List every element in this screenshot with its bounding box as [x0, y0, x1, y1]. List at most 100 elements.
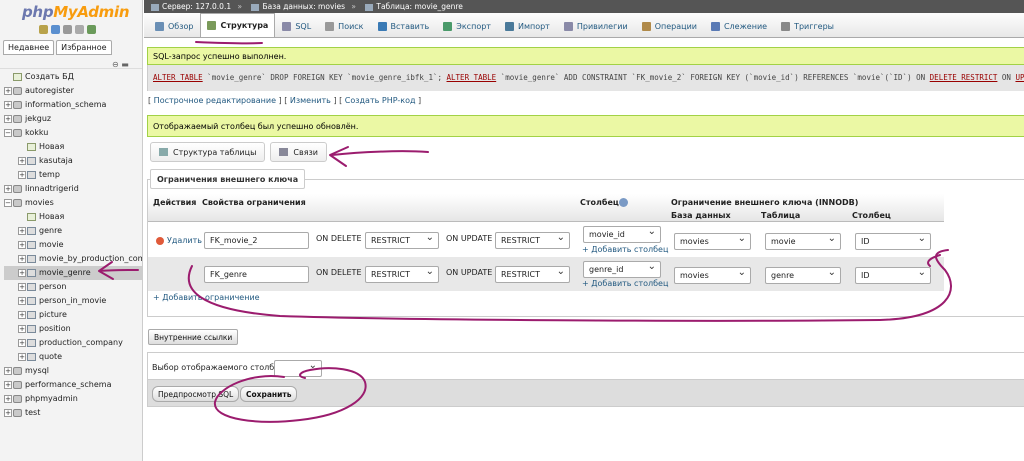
expand-icon[interactable]: + — [4, 409, 12, 417]
ref-table-select[interactable]: genre — [765, 267, 841, 284]
add-constraint-link[interactable]: + Добавить ограничение — [153, 293, 260, 302]
tab-search[interactable]: Поиск — [318, 15, 370, 37]
tab-triggers[interactable]: Триггеры — [774, 15, 841, 37]
tree-database[interactable]: + mysql — [4, 364, 142, 378]
expand-icon[interactable]: + — [18, 311, 26, 319]
tree-table[interactable]: + movie_genre — [4, 266, 142, 280]
on-delete-select[interactable]: RESTRICT — [365, 266, 439, 283]
add-column-link[interactable]: + Добавить столбец — [582, 245, 668, 254]
expand-icon[interactable]: + — [4, 381, 12, 389]
tree-table[interactable]: + picture — [4, 308, 142, 322]
server-icon — [151, 3, 159, 11]
home-icon[interactable] — [39, 25, 48, 34]
constraint-name-input[interactable]: FK_movie_2 — [204, 232, 309, 249]
on-delete-select[interactable]: RESTRICT — [365, 232, 439, 249]
tree-table[interactable]: + person — [4, 280, 142, 294]
tree-database[interactable]: + performance_schema — [4, 378, 142, 392]
column-select[interactable]: movie_id — [583, 226, 661, 243]
tree-database[interactable]: + test — [4, 406, 142, 420]
tab-favorites[interactable]: Избранное — [56, 40, 112, 55]
tree-database[interactable]: + jekguz — [4, 112, 142, 126]
tree-new-item[interactable]: Новая — [4, 210, 142, 224]
tree-table[interactable]: + production_company — [4, 336, 142, 350]
tree-table[interactable]: + genre — [4, 224, 142, 238]
expand-icon[interactable]: + — [18, 353, 26, 361]
expand-icon[interactable]: + — [18, 241, 26, 249]
tree-table[interactable]: + movie_by_production_compa — [4, 252, 142, 266]
table-icon — [27, 171, 36, 179]
breadcrumb-table[interactable]: Таблица: movie_genre — [376, 2, 463, 11]
tab-tracking[interactable]: Слежение — [704, 15, 774, 37]
expand-icon[interactable]: + — [4, 115, 12, 123]
tab-privileges[interactable]: Привилегии — [557, 15, 635, 37]
tab-export[interactable]: Экспорт — [436, 15, 498, 37]
expand-icon[interactable]: + — [4, 101, 12, 109]
display-column-select[interactable] — [274, 360, 322, 377]
preview-sql-button[interactable]: Предпросмотр SQL — [152, 386, 240, 402]
delete-constraint-link[interactable]: Удалить — [156, 236, 202, 245]
browse-icon — [155, 22, 164, 31]
constraint-name-input[interactable]: FK_genre — [204, 266, 309, 283]
database-icon — [13, 199, 22, 207]
tab-structure[interactable]: Структура — [200, 13, 276, 37]
expand-icon[interactable]: + — [18, 171, 26, 179]
expand-icon[interactable]: + — [18, 325, 26, 333]
logout-icon[interactable] — [51, 25, 60, 34]
tree-new-item[interactable]: Создать БД — [4, 70, 142, 84]
tree-table[interactable]: + kasutaja — [4, 154, 142, 168]
settings-icon[interactable] — [75, 25, 84, 34]
reload-icon[interactable] — [87, 25, 96, 34]
on-update-select[interactable]: RESTRICT — [495, 266, 570, 283]
tab-insert[interactable]: Вставить — [371, 15, 437, 37]
docs-icon[interactable] — [63, 25, 72, 34]
tree-table[interactable]: + temp — [4, 168, 142, 182]
expand-icon[interactable]: + — [18, 269, 26, 277]
expand-icon[interactable]: + — [4, 367, 12, 375]
tree-database[interactable]: − kokku — [4, 126, 142, 140]
tree-table[interactable]: + person_in_movie — [4, 294, 142, 308]
expand-icon[interactable]: + — [4, 185, 12, 193]
column-select[interactable]: genre_id — [583, 261, 661, 278]
expand-icon[interactable]: + — [4, 395, 12, 403]
ref-column-select[interactable]: ID — [855, 233, 931, 250]
ref-database-select[interactable]: movies — [674, 267, 751, 284]
tree-database[interactable]: + information_schema — [4, 98, 142, 112]
tree-table[interactable]: + position — [4, 322, 142, 336]
expand-icon[interactable]: + — [18, 297, 26, 305]
breadcrumb-server[interactable]: Сервер: 127.0.0.1 — [162, 2, 231, 11]
save-button[interactable]: Сохранить — [240, 386, 298, 402]
tree-database[interactable]: − movies — [4, 196, 142, 210]
on-update-select[interactable]: RESTRICT — [495, 232, 570, 249]
phpmyadmin-logo[interactable]: phpMyAdmin — [22, 3, 130, 21]
tab-recent[interactable]: Недавнее — [3, 40, 55, 55]
breadcrumb-separator: » — [237, 2, 243, 11]
tree-table[interactable]: + movie — [4, 238, 142, 252]
expand-icon[interactable]: − — [4, 199, 12, 207]
add-column-link[interactable]: + Добавить столбец — [582, 279, 668, 288]
expand-icon[interactable]: + — [4, 87, 12, 95]
tree-database[interactable]: + linnadtrigerid — [4, 182, 142, 196]
ref-column-select[interactable]: ID — [855, 267, 931, 284]
tab-operations[interactable]: Операции — [635, 15, 704, 37]
tab-import[interactable]: Импорт — [498, 15, 557, 37]
expand-icon[interactable]: + — [18, 255, 26, 263]
expand-icon[interactable]: + — [18, 227, 26, 235]
tracking-icon — [710, 22, 720, 31]
expand-icon[interactable]: + — [18, 157, 26, 165]
tab-browse[interactable]: Обзор — [148, 15, 200, 37]
tree-new-item[interactable]: Новая — [4, 140, 142, 154]
nav-icons — [39, 25, 96, 34]
tab-sql[interactable]: SQL — [275, 15, 318, 37]
expand-icon[interactable]: + — [18, 339, 26, 347]
tree-table[interactable]: + quote — [4, 350, 142, 364]
expand-icon[interactable]: + — [18, 283, 26, 291]
tree-item-label: movie — [39, 240, 64, 249]
ref-table-select[interactable]: movie — [765, 233, 841, 250]
tree-database[interactable]: + autoregister — [4, 84, 142, 98]
expand-icon[interactable]: − — [4, 129, 12, 137]
ref-database-select[interactable]: movies — [674, 233, 751, 250]
help-icon[interactable] — [619, 198, 628, 207]
tree-database[interactable]: + phpmyadmin — [4, 392, 142, 406]
breadcrumb-database[interactable]: База данных: movies — [262, 2, 345, 11]
internal-links-button[interactable]: Внутренние ссылки — [148, 329, 239, 345]
